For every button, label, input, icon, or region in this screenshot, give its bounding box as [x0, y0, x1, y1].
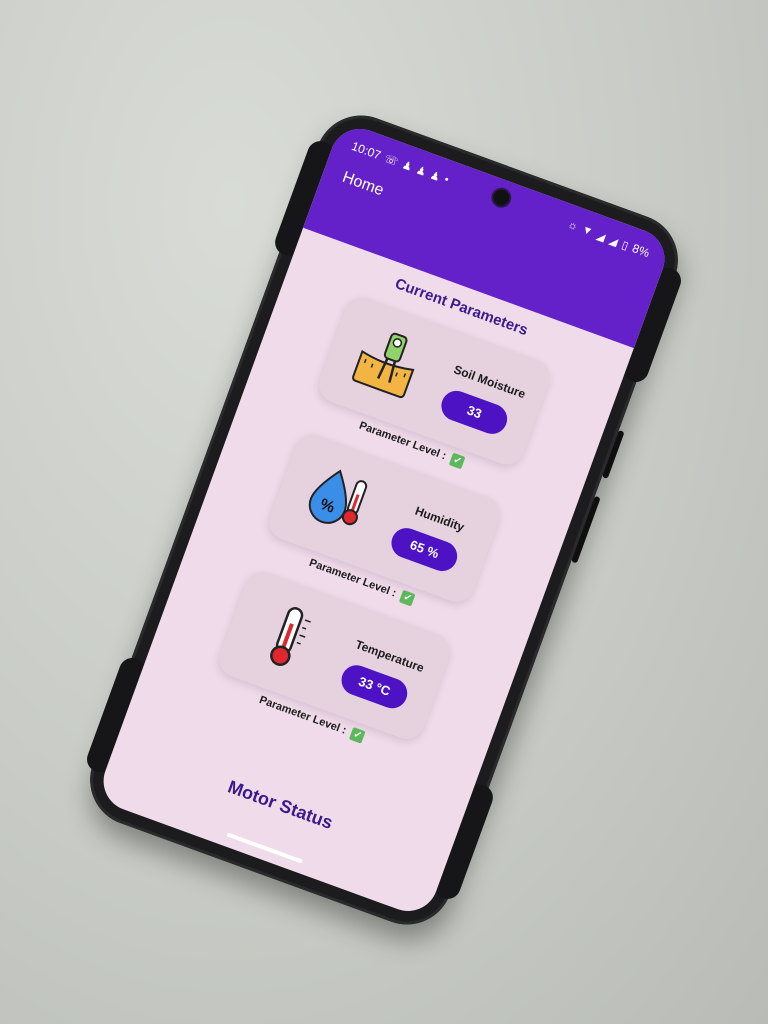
- check-icon: ✓: [349, 727, 366, 744]
- signal-icon: ◢: [594, 229, 607, 244]
- parameter-value: 33 °C: [337, 661, 412, 713]
- signal-icon: ◢: [607, 234, 620, 249]
- parameter-value: 65 %: [387, 523, 462, 576]
- dot-icon: •: [442, 173, 451, 187]
- battery-icon: ▯: [620, 238, 630, 253]
- wifi-icon: ▼: [580, 223, 595, 239]
- phone-body: 10:07 ☏ ♟ ♟ ♟ • ☼ ▼ ◢ ◢ ▯ 8% Home Curren…: [77, 102, 691, 938]
- app-bar-title: Home: [340, 168, 386, 200]
- card-temperature: Temperature 33 °C: [214, 566, 456, 744]
- parameter-value: 33: [437, 386, 512, 439]
- snapchat-icon: ♟: [400, 158, 414, 174]
- snapchat-icon: ♟: [414, 163, 428, 179]
- check-icon: ✓: [399, 589, 416, 607]
- status-time: 10:07: [349, 138, 383, 163]
- main-content: Current Parameters Soil Moisture 33 Para…: [95, 228, 634, 920]
- soil-moisture-sensor-icon: [343, 317, 433, 407]
- humidity-drop-icon: %: [293, 454, 383, 544]
- snapchat-icon: ♟: [428, 168, 442, 184]
- card-humidity: % Humidity 65 %: [264, 429, 505, 607]
- whatsapp-icon: ☏: [382, 152, 400, 169]
- thermometer-icon: [243, 591, 333, 681]
- check-icon: ✓: [449, 452, 466, 470]
- volume-button: [601, 429, 625, 479]
- battery-percent: 8%: [630, 241, 652, 261]
- vibrate-icon: ☼: [565, 218, 580, 234]
